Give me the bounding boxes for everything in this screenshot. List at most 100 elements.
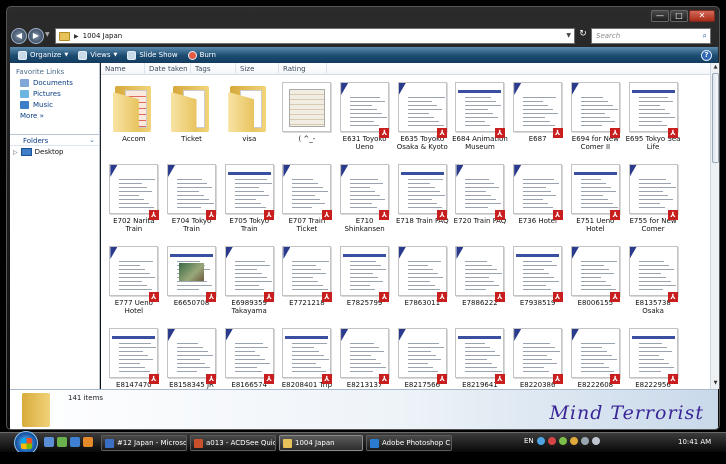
show-desktop-icon[interactable]	[44, 437, 54, 447]
file-item[interactable]: ⅄E8147470 Toyoko Inn	[105, 322, 163, 389]
file-item[interactable]: ⅄ E8222608	[567, 322, 625, 389]
file-item[interactable]: ⅄E8213137 KyoTo	[336, 322, 394, 389]
back-button[interactable]: ◀	[11, 28, 27, 44]
file-item[interactable]: ⅄E8222956 Accom	[624, 322, 682, 389]
file-item[interactable]: ⅄ E8006155	[567, 240, 625, 322]
nav-more-link[interactable]: More »	[10, 109, 99, 120]
column-header-name[interactable]: Name	[101, 63, 145, 75]
search-icon[interactable]: ⌕	[703, 29, 707, 43]
tray-icon[interactable]	[569, 437, 578, 445]
folder-item[interactable]: Ticket	[163, 76, 221, 158]
file-item[interactable]: ⅄ E6650708	[163, 240, 221, 322]
burn-button[interactable]: Burn	[187, 50, 216, 60]
file-item[interactable]: ⅄E8166574 Tokyo	[220, 322, 278, 389]
taskbar-button[interactable]: #12 Japan - Microso...	[101, 435, 187, 451]
switch-windows-icon[interactable]	[57, 437, 67, 447]
taskbar-button[interactable]: a013 - ACDSee Quic...	[190, 435, 276, 451]
file-item[interactable]: ⅄ E755 for New Comer	[624, 158, 682, 240]
organize-button[interactable]: Organize ▼	[18, 50, 68, 60]
help-icon[interactable]: ?	[701, 49, 712, 61]
folder-item[interactable]: Accom	[105, 76, 163, 158]
scroll-thumb[interactable]	[712, 73, 719, 163]
file-item[interactable]: ⅄ E8220386	[509, 322, 567, 389]
title-bar[interactable]: — □ ✕	[7, 7, 719, 27]
file-item[interactable]: ⅄ E7886222	[451, 240, 509, 322]
file-item[interactable]: ⅄ E631 Toyoko Ueno	[336, 76, 394, 158]
file-item[interactable]: ⅄ E635 Toyoko Osaka & Kyoto	[393, 76, 451, 158]
views-button[interactable]: Views ▼	[78, 50, 117, 60]
language-indicator[interactable]: EN	[524, 437, 534, 445]
network-icon[interactable]	[580, 437, 589, 445]
folder-item[interactable]: visa	[220, 76, 278, 158]
minimize-button[interactable]: —	[651, 10, 669, 22]
pdf-thumbnail	[570, 164, 620, 214]
close-button[interactable]: ✕	[689, 10, 715, 22]
taskbar-button[interactable]: 1004 Japan	[279, 435, 363, 451]
file-item[interactable]: ⅄E8158345 JR Pass	[163, 322, 221, 389]
refresh-icon[interactable]: ↻	[577, 29, 589, 43]
address-dropdown-icon[interactable]: ▼	[566, 32, 571, 39]
file-item[interactable]: ⅄ E718 Train FAQ	[393, 158, 451, 240]
pdf-thumbnail	[340, 82, 390, 132]
column-header-tags[interactable]: Tags	[191, 63, 236, 75]
slideshow-button[interactable]: Slide Show	[127, 50, 178, 60]
column-header-size[interactable]: Size	[236, 63, 279, 75]
folders-header[interactable]: Folders ⌄	[10, 134, 99, 146]
expand-arrow-icon[interactable]: ▷	[13, 149, 18, 156]
file-item[interactable]: ⅄ E702 Narita Train	[105, 158, 163, 240]
scroll-down-icon[interactable]: ▼	[712, 380, 719, 388]
taskbar-button-label: 1004 Japan	[295, 439, 335, 447]
file-item[interactable]: ⅄ E704 Tokyo Train	[163, 158, 221, 240]
file-item[interactable]: ⅄ E710 Shinkansen	[336, 158, 394, 240]
taskbar-button[interactable]: Adobe Photoshop C...	[366, 435, 452, 451]
column-header-rating[interactable]: Rating	[279, 63, 327, 75]
file-item[interactable]: ⅄ E777 Ueno Hotel	[105, 240, 163, 322]
pdf-icon: ⅄	[494, 374, 505, 384]
file-item[interactable]: ⅄ E8135738 Osaka	[624, 240, 682, 322]
pdf-thumbnail	[628, 164, 678, 214]
tray-icon[interactable]	[547, 437, 556, 445]
file-item[interactable]: ⅄ E7825799	[336, 240, 394, 322]
tray-icon[interactable]	[558, 437, 567, 445]
nav-link-pictures[interactable]: Pictures	[10, 87, 99, 98]
file-item[interactable]: ⅄E8217566 Classic JR	[393, 322, 451, 389]
navigation-pane: Favorite Links Documents Pictures Music …	[10, 63, 100, 389]
file-item[interactable]: ⅄ E8208401 Trip	[278, 322, 336, 389]
file-item[interactable]: ⅄ E720 Train FAQ	[451, 158, 509, 240]
clock[interactable]: 10:41 AM	[678, 438, 711, 446]
file-item[interactable]: ⅄ E707 Train Ticket	[278, 158, 336, 240]
nav-link-documents[interactable]: Documents	[10, 76, 99, 87]
file-item[interactable]: ⅄ E694 for New Comer II	[567, 76, 625, 158]
maximize-button[interactable]: □	[670, 10, 688, 22]
forward-button[interactable]: ▶	[28, 28, 44, 44]
vertical-scrollbar[interactable]: ▲ ▼	[710, 63, 719, 389]
file-item[interactable]: ⅄ E751 Ueno Hotel	[567, 158, 625, 240]
file-item[interactable]: ( ^_-	[278, 76, 336, 158]
file-item[interactable]: ⅄ E6989359 Takayama	[220, 240, 278, 322]
file-item[interactable]: ⅄ E7721218	[278, 240, 336, 322]
tray-icon[interactable]	[536, 437, 545, 445]
tree-item-desktop[interactable]: ▷ Desktop	[13, 148, 64, 156]
column-header-date-taken[interactable]: Date taken	[145, 63, 191, 75]
nav-link-music[interactable]: Music	[10, 98, 99, 109]
recent-pages-chevron-icon[interactable]: ▼	[45, 31, 50, 38]
file-item[interactable]: ⅄ E705 Tokyo Train	[220, 158, 278, 240]
breadcrumb-current[interactable]: 1004 Japan	[83, 32, 123, 40]
firefox-icon[interactable]	[83, 437, 93, 447]
column-headers: Name Date taken Tags Size Rating	[101, 63, 710, 75]
file-item[interactable]: ⅄ E684 Animation Museum	[451, 76, 509, 158]
file-item[interactable]: ⅄ E7863011	[393, 240, 451, 322]
file-item[interactable]: ⅄ E736 Hotel	[509, 158, 567, 240]
file-item[interactable]: ⅄ E695 Tokyo Sea Life	[624, 76, 682, 158]
browser-icon[interactable]	[70, 437, 80, 447]
breadcrumb-arrow-icon[interactable]: ▶	[74, 33, 79, 40]
scroll-up-icon[interactable]: ▲	[712, 64, 719, 72]
file-item[interactable]: ⅄ E687	[509, 76, 567, 158]
pdf-thumbnail	[570, 328, 620, 378]
file-item[interactable]: ⅄ E7938519	[509, 240, 567, 322]
pdf-thumbnail	[340, 164, 390, 214]
file-item[interactable]: ⅄E8219641 Hotel	[451, 322, 509, 389]
address-bar[interactable]: ▶ 1004 Japan ▼	[55, 28, 575, 44]
volume-icon[interactable]	[591, 437, 600, 445]
search-input[interactable]: Search ⌕	[591, 28, 711, 44]
